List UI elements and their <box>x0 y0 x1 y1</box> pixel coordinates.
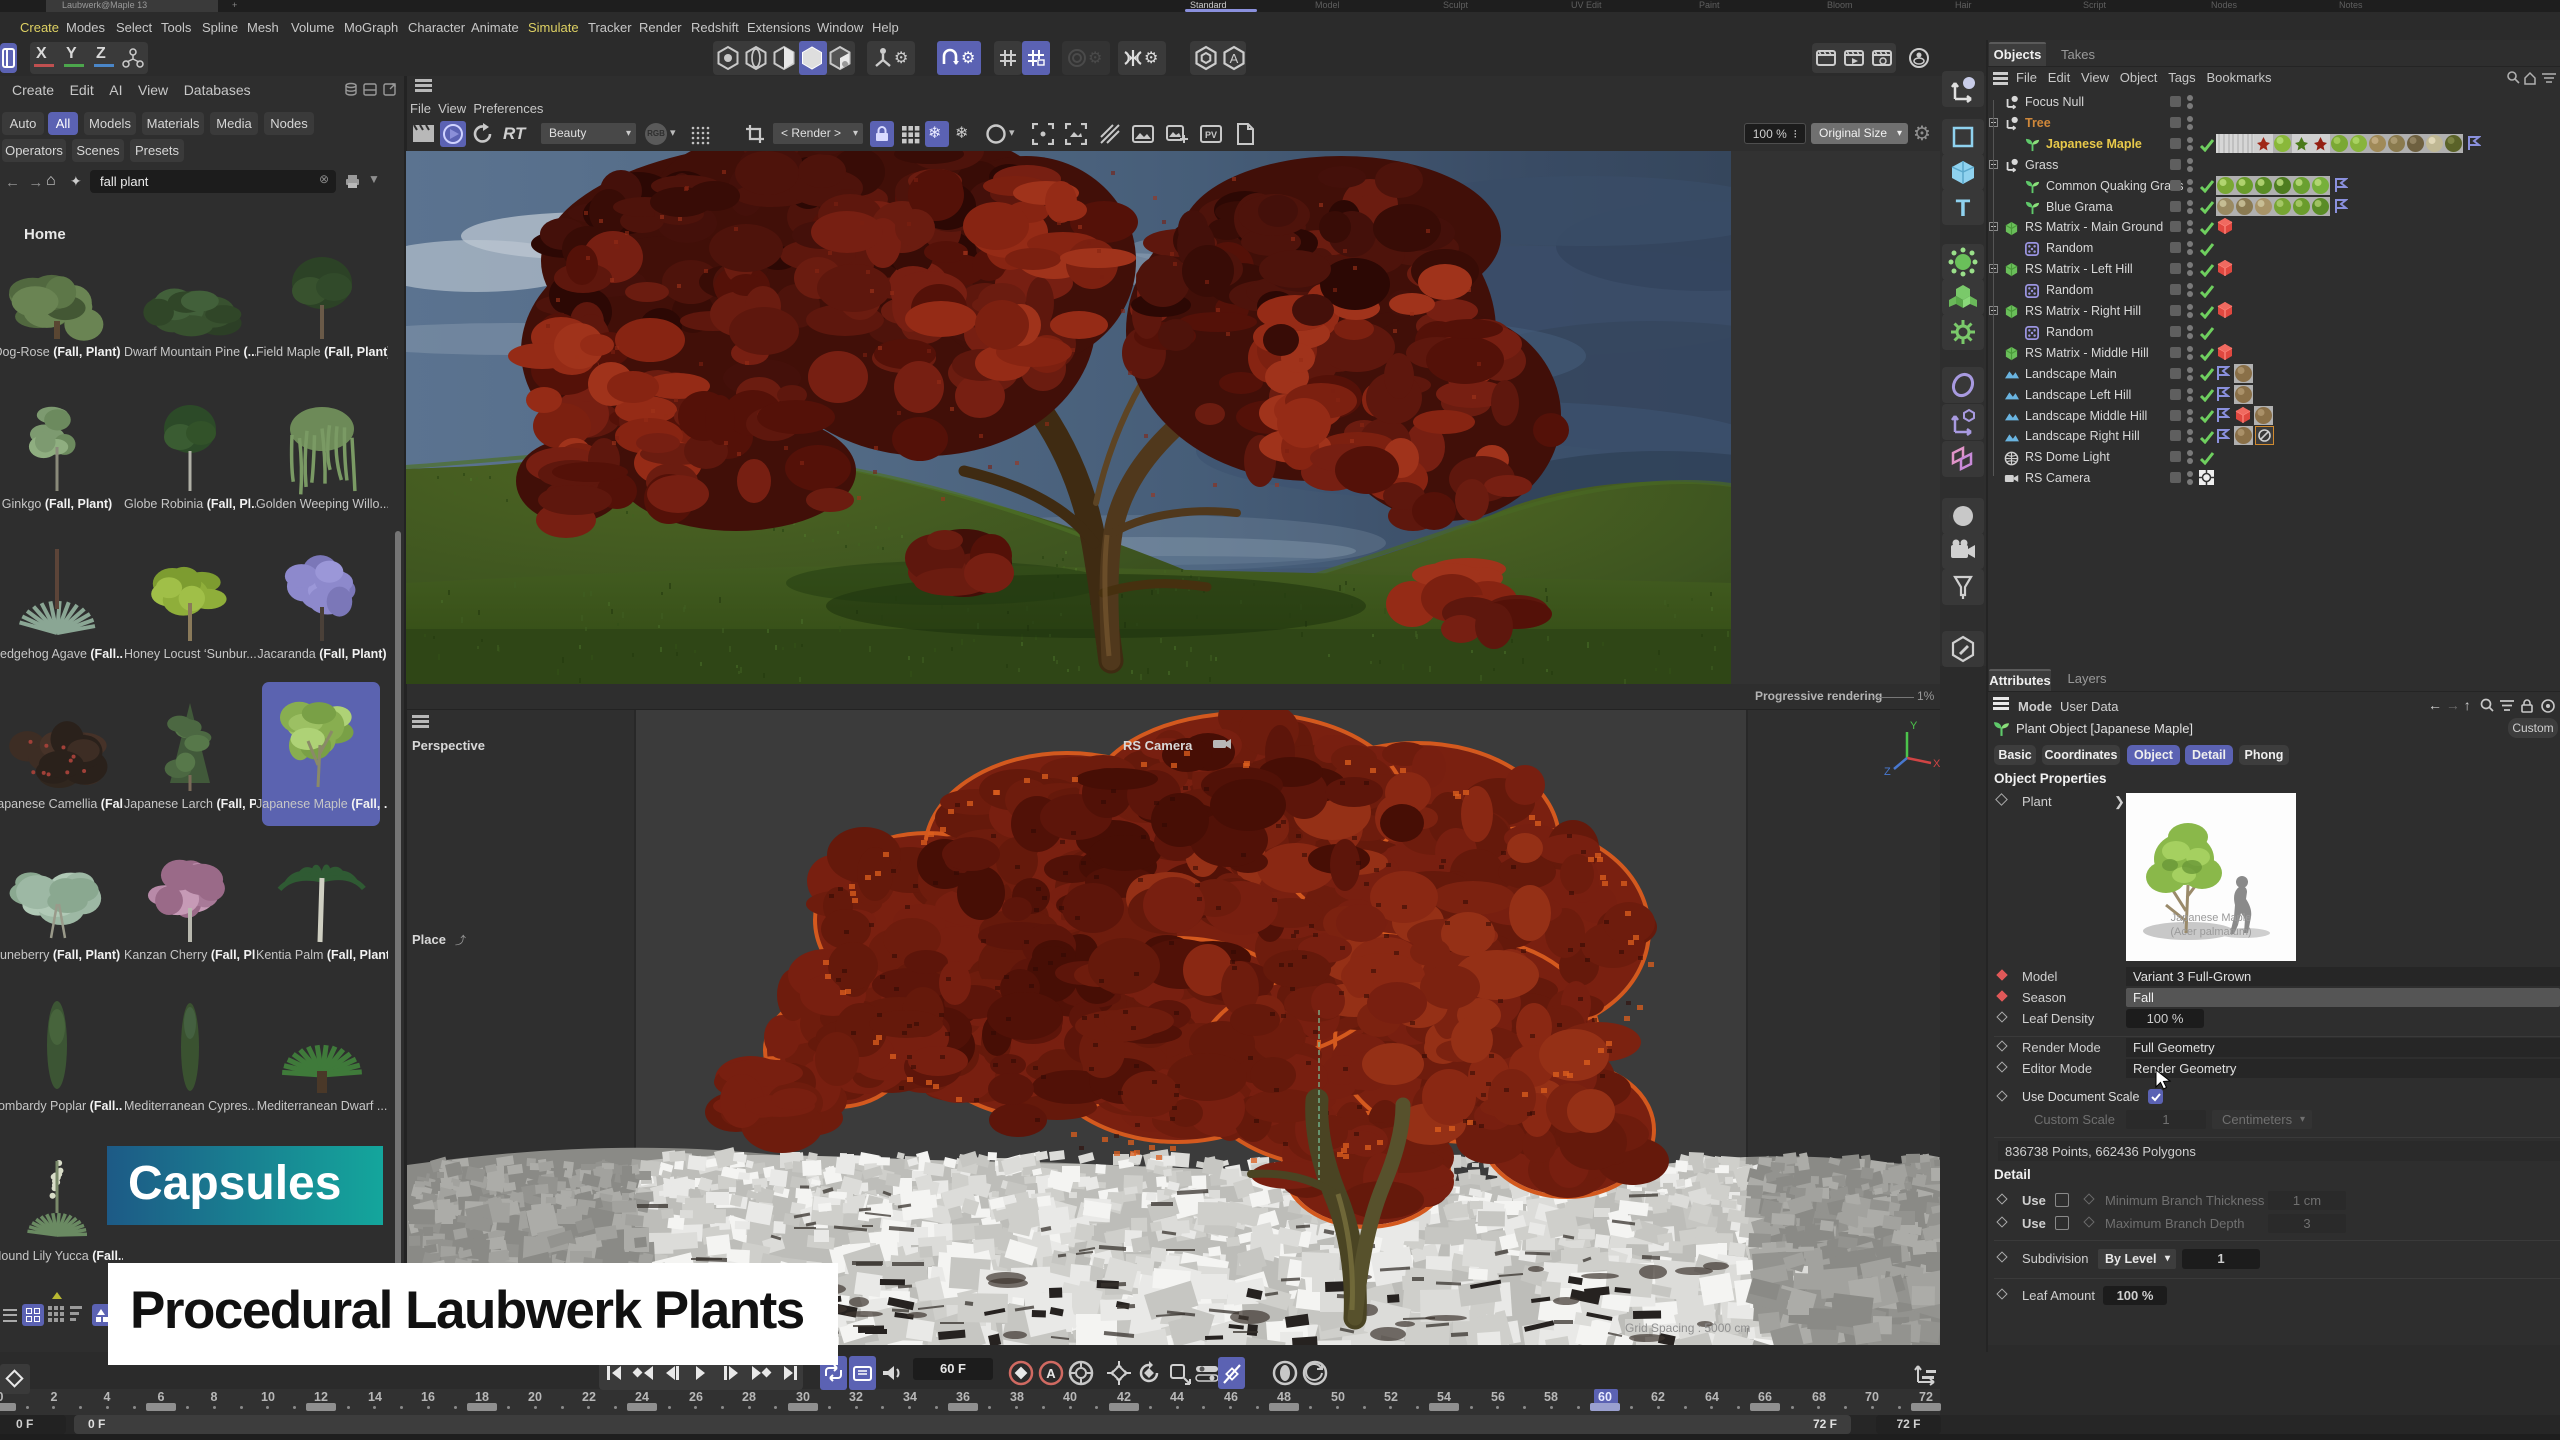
svg-text:(Acer palmatum): (Acer palmatum) <box>2170 926 2251 938</box>
svg-text:Grid Spacing : 5000 cm: Grid Spacing : 5000 cm <box>1625 1321 1750 1335</box>
svg-text:Perspective: Perspective <box>412 738 485 753</box>
svg-text:X: X <box>1933 758 1940 770</box>
svg-text:RS Camera: RS Camera <box>1123 738 1193 753</box>
svg-text:PV: PV <box>1205 130 1217 140</box>
svg-text:Japanese Maple: Japanese Maple <box>2171 912 2252 924</box>
svg-text:Z: Z <box>1884 766 1891 778</box>
svg-text:T: T <box>1956 195 1971 222</box>
svg-text:⤴: ⤴ <box>455 933 466 947</box>
svg-text:A: A <box>1230 51 1239 66</box>
svg-text:Place: Place <box>412 932 446 947</box>
svg-text:Y: Y <box>1910 720 1918 732</box>
svg-text:A: A <box>1046 1366 1056 1381</box>
